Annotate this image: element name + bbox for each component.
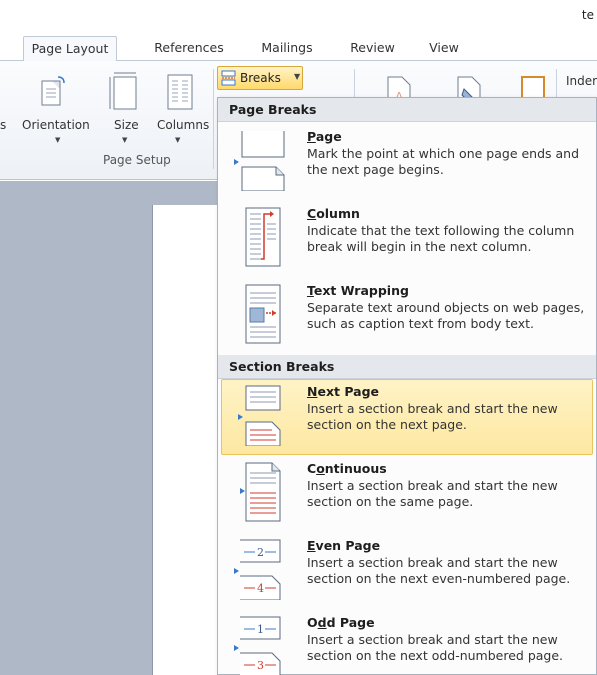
breaks-menu: Page Breaks Page Mark the point at which… [217,97,597,675]
page-setup-group-caption: Page Setup [103,153,171,167]
page-break-title: Page [307,129,342,144]
odd-page-section-item[interactable]: 1 3 Odd Page Insert a section break and … [221,610,593,675]
orientation-button[interactable]: Orientation [22,118,90,132]
indent-label: Inder [566,74,597,88]
odd-page-section-icon: 1 3 [234,616,281,675]
tab-view[interactable]: View [422,36,466,61]
tab-page-layout[interactable]: Page Layout [23,36,117,62]
margins-label[interactable]: s [0,118,6,132]
text-wrapping-break-icon [245,284,281,344]
columns-button[interactable]: Columns [157,118,209,132]
orientation-icon[interactable] [38,75,66,111]
odd-page-number-bottom: 3 [257,659,264,672]
odd-page-section-title: Odd Page [307,615,375,630]
next-page-section-icon [238,385,281,446]
columns-icon[interactable] [166,73,194,113]
group-separator [213,69,214,169]
window-title: te [581,8,594,22]
tab-review[interactable]: Review [345,36,400,61]
size-icon[interactable] [108,71,140,113]
breaks-icon [221,70,236,86]
columns-dropdown-icon[interactable]: ▼ [175,136,180,144]
even-page-number-bottom: 4 [257,582,264,595]
breaks-button-label: Breaks [240,71,281,85]
breaks-button[interactable]: Breaks ▼ [217,66,303,90]
odd-page-number-top: 1 [257,623,264,636]
size-button[interactable]: Size [114,118,139,132]
section-breaks-header: Section Breaks [218,355,596,379]
page-breaks-header: Page Breaks [218,98,596,122]
chevron-down-icon: ▼ [294,72,301,81]
next-page-section-description: Insert a section break and start the new… [307,401,558,432]
column-break-item[interactable]: Column Indicate that the text following … [221,201,593,277]
next-page-section-item[interactable]: Next Page Insert a section break and sta… [221,379,593,455]
column-break-icon [245,207,281,267]
tab-mailings[interactable]: Mailings [252,36,322,61]
size-dropdown-icon[interactable]: ▼ [122,136,127,144]
even-page-number-top: 2 [257,546,264,559]
odd-page-section-description: Insert a section break and start the new… [307,632,564,663]
even-page-section-item[interactable]: 2 4 Even Page Insert a section break and… [221,533,593,609]
page-break-description: Mark the point at which one page ends an… [307,146,580,177]
continuous-section-icon [240,462,281,522]
even-page-section-title: Even Page [307,538,381,553]
text-wrapping-break-item[interactable]: Text Wrapping Separate text around objec… [221,278,593,354]
continuous-section-description: Insert a section break and start the new… [307,478,558,509]
page-break-icon [234,131,285,191]
ribbon-tabs: Page Layout References Mailings Review V… [0,36,597,62]
page-break-item[interactable]: Page Mark the point at which one page en… [221,124,593,200]
orientation-dropdown-icon[interactable]: ▼ [55,136,60,144]
column-break-description: Indicate that the text following the col… [307,223,575,254]
even-page-section-description: Insert a section break and start the new… [307,555,571,586]
continuous-section-title: Continuous [307,461,387,476]
even-page-section-icon: 2 4 [234,539,281,600]
column-break-title: Column [307,206,360,221]
text-wrapping-break-description: Separate text around objects on web page… [307,300,585,331]
next-page-section-title: Next Page [307,384,380,399]
text-wrapping-break-title: Text Wrapping [307,283,409,298]
tab-references[interactable]: References [145,36,233,61]
continuous-section-item[interactable]: Continuous Insert a section break and st… [221,456,593,532]
